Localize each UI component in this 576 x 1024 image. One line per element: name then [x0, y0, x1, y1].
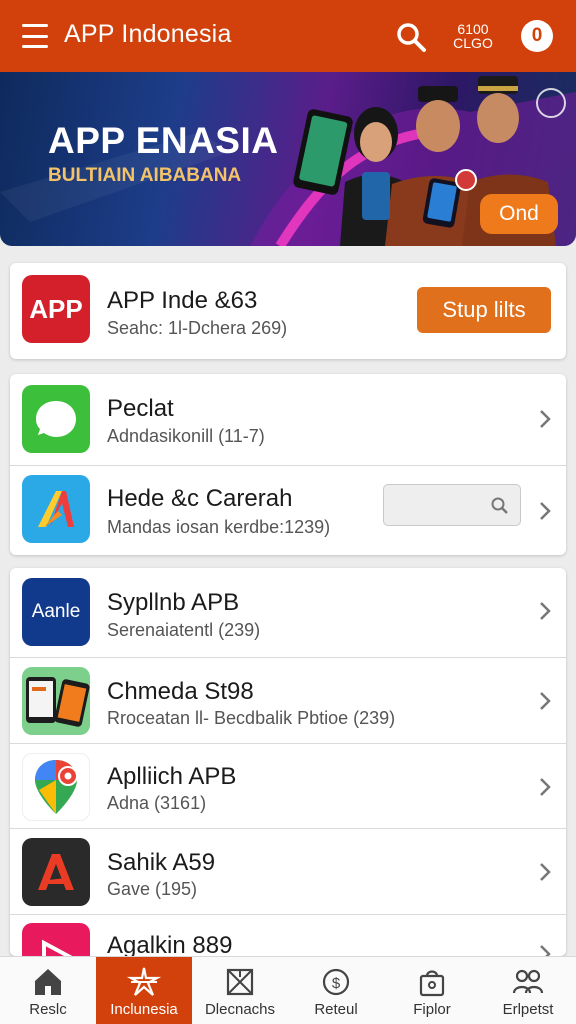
bottom-navigation: Reslc Inclunesia Dlecnachs $ Reteul Fipl…	[0, 956, 576, 1024]
counter-badge: 6100 CLGO	[452, 22, 494, 50]
list-item-subtitle: Adna (3161)	[107, 793, 207, 813]
list-item-title: Agalkin 889	[107, 932, 233, 956]
counter-line-1: 6100	[457, 21, 489, 37]
nav-item-inclunesia[interactable]: Inclunesia	[96, 957, 192, 1024]
list-item-title: Sypllnb APB	[107, 589, 240, 616]
list-item-subtitle: Gave (195)	[107, 879, 198, 899]
app-logo-icon: APP	[22, 275, 90, 343]
list-item[interactable]: Chmeda St98 Rroceatan ll- Becdbalik Pbti…	[10, 657, 566, 743]
profile-icon[interactable]: 0	[521, 20, 553, 52]
globe-icon	[536, 88, 566, 118]
nav-item-dlecnachs[interactable]: Dlecnachs	[192, 957, 288, 1024]
list-item[interactable]: Sahik A59 Gave (195)	[10, 828, 566, 914]
nav-label: Reteul	[314, 1001, 358, 1018]
featured-app-title: APP Inde &63	[107, 287, 258, 314]
banner-subtitle: BULTIAIN AIBABANA	[48, 165, 242, 186]
phones-icon	[22, 667, 90, 735]
list-item[interactable]: Aplliich APB Adna (3161)	[10, 743, 566, 828]
list-item[interactable]: Peclat Adndasikonill (11-7)	[10, 374, 566, 465]
chat-bubble-icon	[22, 385, 90, 453]
text-logo-icon: Aanle	[22, 578, 90, 646]
arrow-logo-icon	[22, 475, 90, 543]
a-logo-icon	[22, 838, 90, 906]
home-icon	[35, 969, 61, 995]
list-item-title: Hede &c Carerah	[107, 485, 293, 512]
nav-item-fiplor[interactable]: Fiplor	[384, 957, 480, 1024]
app-list-group-2: Aanle Sypllnb APB Serenaiatentl (239) Ch…	[10, 568, 566, 956]
list-item-title: Sahik A59	[107, 849, 216, 876]
featured-card: APP APP Inde &63 Seahc: 1l-Dchera 269) S…	[10, 263, 566, 359]
nav-item-erlpetst[interactable]: Erlpetst	[480, 957, 576, 1024]
chevron-right-icon	[540, 945, 551, 956]
banner-cta-button[interactable]: Ond	[480, 194, 558, 234]
play-logo-icon	[22, 923, 90, 956]
svg-text:$: $	[332, 975, 341, 992]
nav-label: Inclunesia	[110, 1001, 178, 1018]
list-item[interactable]: Agalkin 889	[10, 914, 566, 956]
app-title: APP Indonesia	[64, 20, 232, 48]
search-input[interactable]	[383, 484, 521, 526]
promo-banner[interactable]: APP ENASIA BULTIAIN AIBABANA Ond	[0, 72, 576, 246]
app-bar: APP Indonesia 6100 CLGO 0	[0, 0, 576, 72]
chevron-right-icon	[540, 602, 551, 620]
nav-item-reteul[interactable]: $ Reteul	[288, 957, 384, 1024]
map-pin-icon	[22, 753, 90, 821]
search-icon	[491, 497, 508, 514]
list-item-title: Chmeda St98	[107, 678, 254, 705]
nav-label: Erlpetst	[502, 1001, 554, 1018]
compass-icon	[127, 967, 161, 996]
nav-item-reslc[interactable]: Reslc	[0, 957, 96, 1024]
list-item-subtitle: Serenaiatentl (239)	[107, 620, 261, 640]
menu-icon[interactable]	[22, 24, 48, 48]
bag-icon	[419, 970, 445, 997]
list-item[interactable]: Hede &c Carerah Mandas iosan kerdbe:1239…	[10, 465, 566, 555]
list-item-subtitle: Rroceatan ll- Becdbalik Pbtioe (239)	[107, 708, 396, 728]
banner-title: APP ENASIA	[48, 120, 279, 161]
people-icon	[512, 969, 544, 994]
coin-icon: $	[322, 968, 350, 996]
chevron-right-icon	[540, 410, 551, 428]
list-item-title: Aplliich APB	[107, 763, 237, 790]
install-button[interactable]: Stup lilts	[417, 287, 551, 333]
featured-app-row[interactable]: APP APP Inde &63 Seahc: 1l-Dchera 269) S…	[10, 263, 566, 359]
list-item[interactable]: Aanle Sypllnb APB Serenaiatentl (239)	[10, 568, 566, 657]
list-item-subtitle: Adndasikonill (11-7)	[107, 426, 265, 446]
nav-label: Reslc	[29, 1001, 67, 1018]
list-item-subtitle: Mandas iosan kerdbe:1239)	[107, 517, 331, 537]
chevron-right-icon	[540, 778, 551, 796]
app-list-group-1: Peclat Adndasikonill (11-7) Hede &c Care…	[10, 374, 566, 555]
list-item-title: Peclat	[107, 395, 174, 422]
chevron-right-icon	[540, 692, 551, 710]
chevron-right-icon	[540, 502, 551, 520]
counter-line-2: CLGO	[453, 35, 493, 51]
nav-label: Fiplor	[413, 1001, 451, 1018]
chevron-right-icon	[540, 863, 551, 881]
featured-app-subtitle: Seahc: 1l-Dchera 269)	[107, 318, 288, 338]
nav-label: Dlecnachs	[204, 1001, 276, 1018]
search-icon[interactable]	[394, 20, 428, 54]
document-icon	[226, 968, 254, 996]
